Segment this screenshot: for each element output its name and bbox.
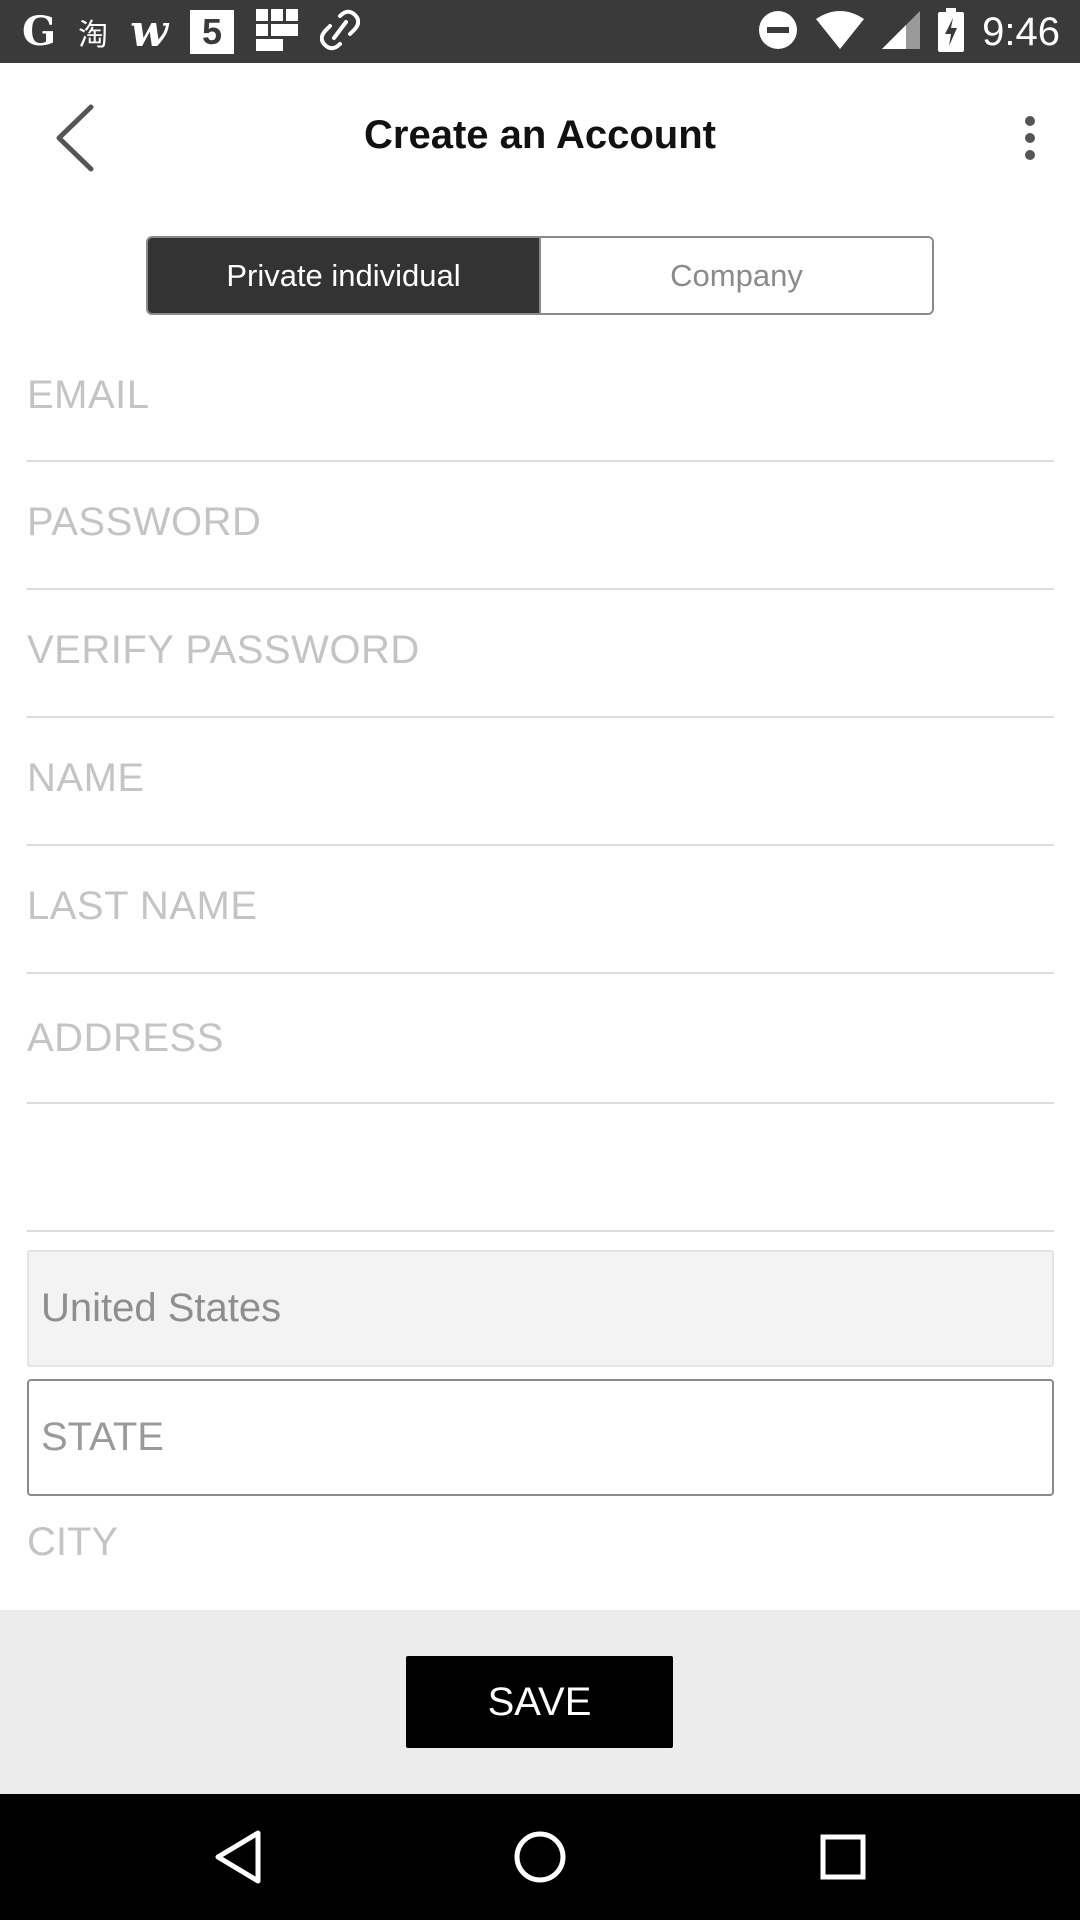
nav-home-button[interactable]	[505, 1822, 575, 1892]
link-icon	[319, 8, 361, 57]
address-line-2-field[interactable]	[27, 1104, 1054, 1232]
taobao-icon: 淘	[78, 18, 109, 53]
city-placeholder: CITY	[27, 1520, 119, 1564]
more-vertical-icon	[1025, 116, 1035, 160]
last-name-placeholder: LAST NAME	[27, 884, 258, 928]
back-button[interactable]	[40, 98, 110, 178]
grid-app-icon	[256, 8, 299, 56]
system-nav-bar	[0, 1794, 1080, 1920]
verify-password-field[interactable]: VERIFY PASSWORD	[27, 590, 1054, 718]
square-recents-icon	[820, 1834, 866, 1880]
chevron-left-icon	[56, 104, 94, 172]
w-app-icon: w	[130, 6, 169, 57]
signal-icon	[882, 10, 921, 54]
circle-home-icon	[514, 1831, 566, 1883]
do-not-disturb-icon	[758, 10, 798, 55]
nav-recents-button[interactable]	[808, 1822, 878, 1892]
name-placeholder: NAME	[27, 756, 145, 800]
state-placeholder: STATE	[41, 1415, 164, 1459]
page-title: Create an Account	[364, 113, 716, 157]
nav-back-button[interactable]	[202, 1822, 272, 1892]
password-placeholder: PASSWORD	[27, 500, 262, 544]
battery-charging-icon	[938, 7, 965, 57]
last-name-field[interactable]: LAST NAME	[27, 846, 1054, 974]
state-input[interactable]: STATE	[27, 1379, 1054, 1496]
private-individual-tab[interactable]: Private individual	[148, 238, 539, 313]
account-type-toggle: Private individual Company	[146, 236, 934, 315]
address-field[interactable]: ADDRESS	[27, 974, 1054, 1104]
status-time: 9:46	[982, 9, 1060, 54]
country-value: United States	[41, 1286, 282, 1330]
save-button[interactable]: SAVE	[406, 1656, 673, 1748]
address-placeholder: ADDRESS	[27, 1016, 224, 1060]
status-bar: G 淘 w 5 9:46	[0, 0, 1080, 63]
name-field[interactable]: NAME	[27, 718, 1054, 846]
form-footer: SAVE	[0, 1610, 1080, 1794]
company-tab[interactable]: Company	[539, 238, 932, 313]
verify-password-placeholder: VERIFY PASSWORD	[27, 628, 420, 672]
email-placeholder: EMAIL	[27, 373, 150, 417]
password-field[interactable]: PASSWORD	[27, 462, 1054, 590]
app-header: Create an Account	[0, 63, 1080, 208]
html5-icon: 5	[190, 10, 235, 54]
wifi-icon	[816, 10, 865, 54]
overflow-menu-button[interactable]	[1000, 103, 1060, 173]
email-field[interactable]: EMAIL	[27, 345, 1054, 462]
google-icon: G	[22, 8, 57, 55]
country-select[interactable]: United States	[27, 1250, 1054, 1367]
triangle-back-icon	[215, 1830, 261, 1884]
city-field[interactable]: CITY	[27, 1520, 118, 1565]
